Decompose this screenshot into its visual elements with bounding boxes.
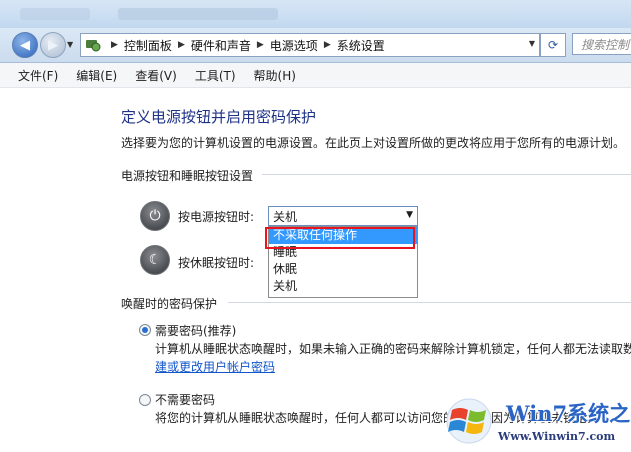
forward-button[interactable]: ▶ bbox=[40, 32, 66, 58]
menu-file[interactable]: 文件(F) bbox=[18, 67, 58, 84]
require-password-description: 计算机从睡眠状态唤醒时，如果未输入正确的密码来解除计算机锁定，任何人都无法读取数 bbox=[155, 342, 631, 356]
watermark-url: Www.Winwin7.com bbox=[498, 430, 616, 443]
navigation-bar: ◀ ▶ ▼ ▶ 控制面板 ▶ 硬件和声音 ▶ 电源选项 ▶ 系统设置 ▼ ⟳ 搜… bbox=[0, 28, 631, 63]
change-password-link[interactable]: 建或更改用户帐户密码 bbox=[155, 358, 275, 375]
menu-tools[interactable]: 工具(T) bbox=[195, 67, 236, 84]
back-button[interactable]: ◀ bbox=[12, 32, 38, 58]
require-password-label[interactable]: 需要密码(推荐) bbox=[155, 322, 236, 339]
breadcrumb-separator-icon[interactable]: ▶ bbox=[257, 40, 264, 50]
refresh-button[interactable]: ⟳ bbox=[540, 33, 566, 57]
watermark-title: Win7系统之家 bbox=[506, 401, 631, 426]
recent-pages-dropdown-icon[interactable]: ▼ bbox=[67, 40, 73, 49]
blurred-title-text bbox=[118, 8, 278, 20]
address-bar[interactable]: ▶ 控制面板 ▶ 硬件和声音 ▶ 电源选项 ▶ 系统设置 ▼ bbox=[80, 33, 540, 57]
windows-logo-icon bbox=[446, 398, 492, 444]
section-divider bbox=[228, 302, 631, 303]
page-description: 选择要为您的计算机设置的电源设置。在此页上对设置所做的更改将应用于您所有的电源计… bbox=[121, 136, 626, 150]
no-password-label[interactable]: 不需要密码 bbox=[155, 391, 215, 408]
power-button-action-value: 关机 bbox=[273, 209, 298, 224]
sleep-button-label: 按休眠按钮时: bbox=[178, 256, 255, 270]
breadcrumb-power-options[interactable]: 电源选项 bbox=[270, 37, 318, 54]
power-buttons-heading: 电源按钮和睡眠按钮设置 bbox=[121, 169, 254, 183]
power-button-action-select[interactable]: 关机 ▼ bbox=[268, 206, 418, 226]
search-input[interactable]: 搜索控制 bbox=[572, 33, 631, 55]
breadcrumb-control-panel[interactable]: 控制面板 bbox=[124, 37, 172, 54]
breadcrumb-system-settings[interactable]: 系统设置 bbox=[337, 37, 385, 54]
breadcrumb-separator-icon[interactable]: ▶ bbox=[324, 40, 331, 50]
address-history-dropdown-icon[interactable]: ▼ bbox=[529, 39, 535, 48]
require-password-radio[interactable] bbox=[139, 324, 151, 336]
breadcrumb-separator-icon: ▶ bbox=[111, 40, 118, 50]
menu-edit[interactable]: 编辑(E) bbox=[76, 67, 117, 84]
no-password-radio[interactable] bbox=[139, 394, 151, 406]
chevron-down-icon: ▼ bbox=[406, 210, 413, 220]
power-button-icon: ⏻ bbox=[140, 201, 170, 231]
power-button-label: 按电源按钮时: bbox=[178, 210, 255, 224]
menu-help[interactable]: 帮助(H) bbox=[254, 67, 296, 84]
control-panel-icon bbox=[85, 37, 101, 53]
highlight-annotation-box bbox=[265, 227, 415, 249]
refresh-icon: ⟳ bbox=[547, 38, 559, 52]
section-divider bbox=[262, 174, 631, 175]
window-titlebar bbox=[0, 0, 631, 28]
option-shutdown[interactable]: 关机 bbox=[269, 278, 417, 295]
wake-password-heading: 唤醒时的密码保护 bbox=[121, 297, 218, 311]
sleep-button-icon: ☾ bbox=[140, 245, 170, 275]
menu-bar: 文件(F) 编辑(E) 查看(V) 工具(T) 帮助(H) bbox=[0, 63, 631, 88]
blurred-title-block bbox=[20, 8, 90, 20]
breadcrumb-separator-icon[interactable]: ▶ bbox=[178, 40, 185, 50]
site-watermark: Win7系统之家 Www.Winwin7.com bbox=[436, 392, 631, 452]
breadcrumb-hardware-sound[interactable]: 硬件和声音 bbox=[191, 37, 251, 54]
option-hibernate[interactable]: 休眠 bbox=[269, 261, 417, 278]
menu-view[interactable]: 查看(V) bbox=[135, 67, 177, 84]
page-title: 定义电源按钮并启用密码保护 bbox=[121, 108, 317, 126]
